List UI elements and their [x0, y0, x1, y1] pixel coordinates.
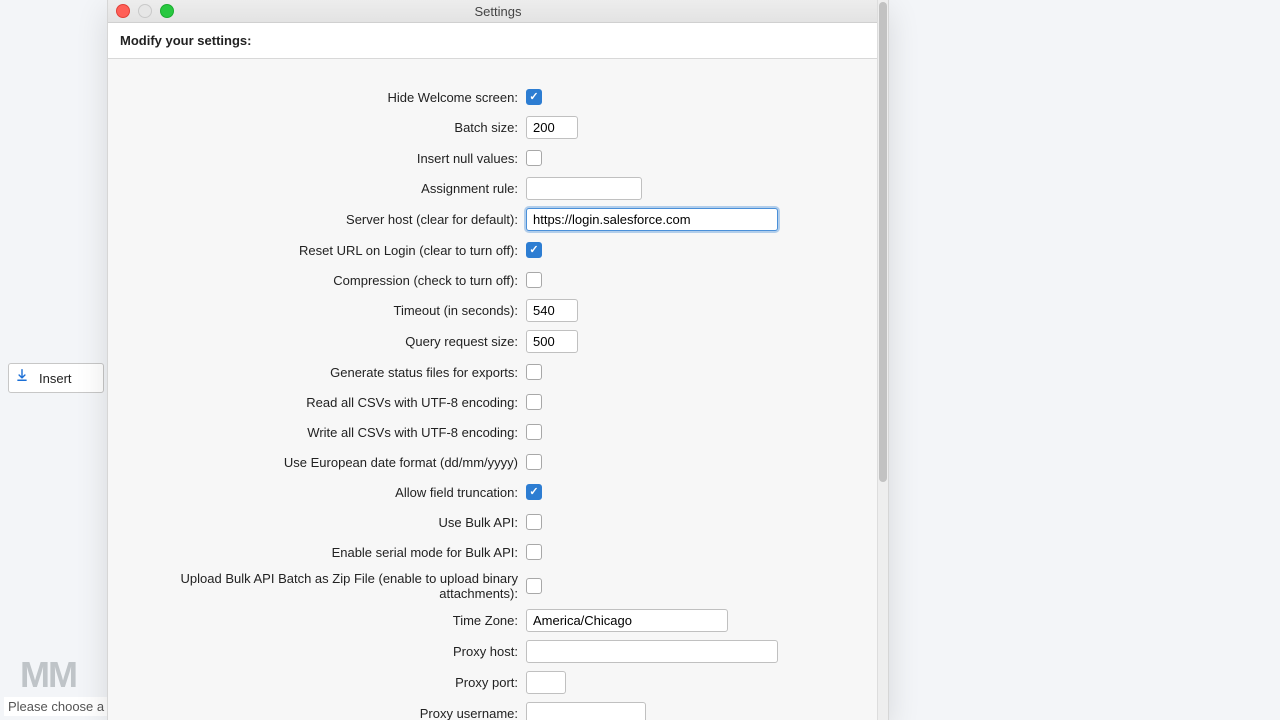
window-controls: [116, 4, 174, 18]
label-bulk-serial: Enable serial mode for Bulk API:: [108, 545, 526, 560]
checkbox-compression[interactable]: [526, 272, 542, 288]
label-hide-welcome: Hide Welcome screen:: [108, 90, 526, 105]
input-proxy-user[interactable]: [526, 702, 646, 720]
label-eu-date: Use European date format (dd/mm/yyyy): [108, 455, 526, 470]
settings-window: Settings Modify your settings: Hide Welc…: [107, 0, 889, 720]
input-proxy-host[interactable]: [526, 640, 778, 663]
label-proxy-host: Proxy host:: [108, 644, 526, 659]
label-batch-size: Batch size:: [108, 120, 526, 135]
input-batch-size[interactable]: [526, 116, 578, 139]
checkbox-insert-null[interactable]: [526, 150, 542, 166]
titlebar[interactable]: Settings: [108, 0, 888, 23]
label-assignment-rule: Assignment rule:: [108, 181, 526, 196]
label-server-host: Server host (clear for default):: [108, 212, 526, 227]
zoom-icon[interactable]: [160, 4, 174, 18]
settings-scroll-area: Hide Welcome screen: Batch size: Insert …: [108, 68, 878, 720]
label-insert-null: Insert null values:: [108, 151, 526, 166]
sidebar-item-insert[interactable]: Insert: [8, 363, 104, 393]
status-text: Please choose a: [4, 697, 108, 716]
input-proxy-port[interactable]: [526, 671, 566, 694]
label-bulk-api: Use Bulk API:: [108, 515, 526, 530]
checkbox-reset-url[interactable]: [526, 242, 542, 258]
scrollbar-thumb[interactable]: [879, 2, 887, 482]
scrollbar[interactable]: [877, 0, 888, 720]
checkbox-read-utf8[interactable]: [526, 394, 542, 410]
download-icon: [15, 368, 29, 386]
checkbox-truncation[interactable]: [526, 484, 542, 500]
settings-form: Hide Welcome screen: Batch size: Insert …: [108, 68, 878, 720]
label-bulk-zip: Upload Bulk API Batch as Zip File (enabl…: [108, 571, 526, 601]
input-server-host[interactable]: [526, 208, 778, 231]
app-logo: MM: [20, 654, 76, 696]
checkbox-write-utf8[interactable]: [526, 424, 542, 440]
window-title: Settings: [475, 4, 522, 19]
input-time-zone[interactable]: [526, 609, 728, 632]
input-timeout[interactable]: [526, 299, 578, 322]
label-time-zone: Time Zone:: [108, 613, 526, 628]
checkbox-eu-date[interactable]: [526, 454, 542, 470]
checkbox-bulk-api[interactable]: [526, 514, 542, 530]
label-write-utf8: Write all CSVs with UTF-8 encoding:: [108, 425, 526, 440]
checkbox-bulk-zip[interactable]: [526, 578, 542, 594]
label-timeout: Timeout (in seconds):: [108, 303, 526, 318]
label-gen-status: Generate status files for exports:: [108, 365, 526, 380]
close-icon[interactable]: [116, 4, 130, 18]
minimize-icon: [138, 4, 152, 18]
input-query-size[interactable]: [526, 330, 578, 353]
label-reset-url: Reset URL on Login (clear to turn off):: [108, 243, 526, 258]
label-compression: Compression (check to turn off):: [108, 273, 526, 288]
input-assignment-rule[interactable]: [526, 177, 642, 200]
page-subtitle: Modify your settings:: [108, 23, 888, 59]
checkbox-hide-welcome[interactable]: [526, 89, 542, 105]
checkbox-gen-status[interactable]: [526, 364, 542, 380]
label-proxy-user: Proxy username:: [108, 706, 526, 720]
label-read-utf8: Read all CSVs with UTF-8 encoding:: [108, 395, 526, 410]
label-proxy-port: Proxy port:: [108, 675, 526, 690]
label-query-size: Query request size:: [108, 334, 526, 349]
sidebar-item-label: Insert: [39, 371, 72, 386]
label-truncation: Allow field truncation:: [108, 485, 526, 500]
checkbox-bulk-serial[interactable]: [526, 544, 542, 560]
